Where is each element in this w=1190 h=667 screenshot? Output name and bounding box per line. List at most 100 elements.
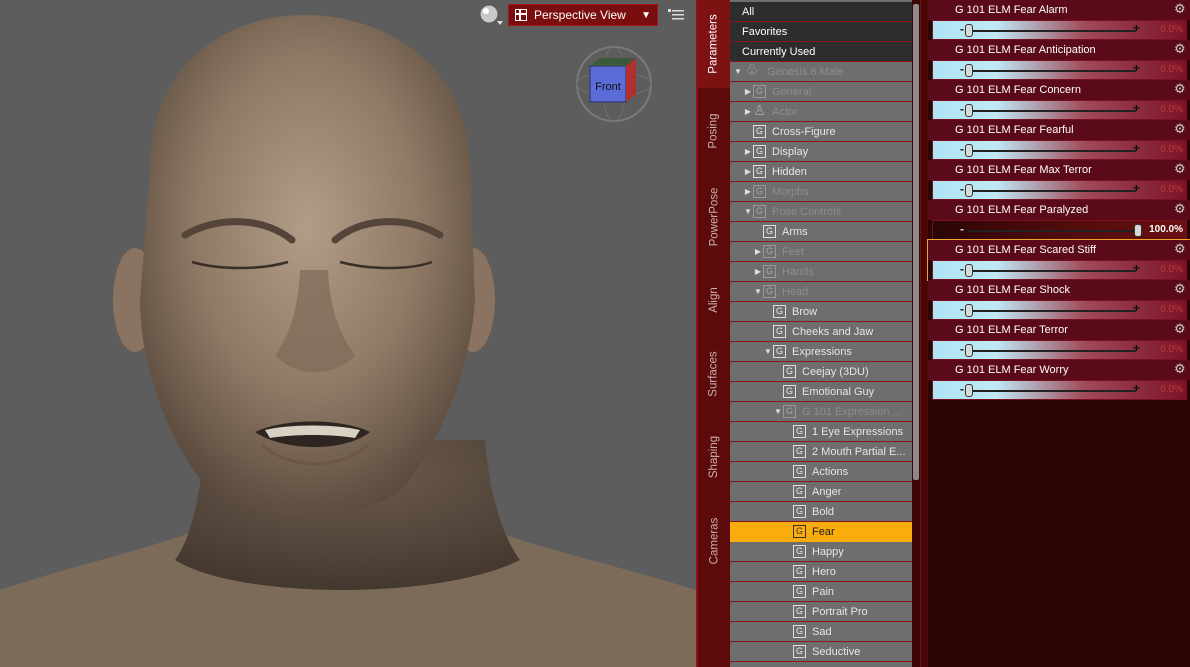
tree-item[interactable]: G Portrait Pro [730, 602, 912, 622]
tree-item[interactable]: G Cross-Figure [730, 122, 912, 142]
tree-item[interactable]: ▼ ♧ Genesis 8 Male [730, 62, 912, 82]
tree-item[interactable]: G Hero [730, 562, 912, 582]
slider-handle[interactable] [965, 384, 973, 397]
viewport-menu-icon[interactable] [668, 8, 684, 22]
tree-item[interactable]: G Brow [730, 302, 912, 322]
increment-button[interactable]: + [1133, 301, 1140, 315]
increment-button[interactable]: + [1133, 141, 1140, 155]
tab-surfaces[interactable]: Surfaces [698, 335, 730, 413]
tree-item[interactable]: G Cheeks and Jaw [730, 322, 912, 342]
tree-item[interactable]: G 2 Mouth Partial E... [730, 442, 912, 462]
slider-track[interactable] [969, 390, 1136, 392]
gear-icon[interactable]: ⚙ [1174, 122, 1186, 135]
decrement-button[interactable]: - [960, 62, 964, 76]
decrement-button[interactable]: - [960, 222, 964, 236]
parameter-value[interactable]: 0.0% [1160, 104, 1183, 115]
view-selector-dropdown[interactable]: Perspective View ▼ [508, 4, 658, 26]
tree-item[interactable]: ▶ G Hidden [730, 162, 912, 182]
parameter-slider[interactable]: - +0.0% [932, 300, 1187, 320]
tree-item[interactable]: G Actions [730, 462, 912, 482]
tab-cameras[interactable]: Cameras [698, 502, 730, 580]
tree-item[interactable]: G Seductive [730, 642, 912, 662]
slider-track[interactable] [969, 190, 1136, 192]
slider-track[interactable] [969, 310, 1136, 312]
tree-item[interactable]: G Sad [730, 622, 912, 642]
slider-handle[interactable] [965, 184, 973, 197]
parameter-value[interactable]: 0.0% [1160, 184, 1183, 195]
expanded-arrow-icon[interactable]: ▼ [763, 347, 773, 356]
slider-handle[interactable] [1134, 224, 1142, 237]
tree-item[interactable]: ▶ G Display [730, 142, 912, 162]
slider-track[interactable] [969, 150, 1136, 152]
parameter-slider[interactable]: - +0.0% [932, 260, 1187, 280]
decrement-button[interactable]: - [960, 382, 964, 396]
tree-item[interactable]: G Ceejay (3DU) [730, 362, 912, 382]
decrement-button[interactable]: - [960, 342, 964, 356]
tree-item[interactable]: G 1 Eye Expressions [730, 422, 912, 442]
increment-button[interactable]: + [1133, 61, 1140, 75]
tree-item[interactable]: ▶ G Morphs [730, 182, 912, 202]
slider-handle[interactable] [965, 104, 973, 117]
increment-button[interactable]: + [1133, 261, 1140, 275]
increment-button[interactable]: + [1133, 21, 1140, 35]
gear-icon[interactable]: ⚙ [1174, 2, 1186, 15]
collapsed-arrow-icon[interactable]: ▶ [743, 187, 753, 196]
decrement-button[interactable]: - [960, 102, 964, 116]
increment-button[interactable]: + [1133, 181, 1140, 195]
slider-track[interactable] [969, 350, 1136, 352]
expanded-arrow-icon[interactable]: ▼ [733, 67, 743, 76]
tab-powerpose[interactable]: PowerPose [698, 175, 730, 259]
gear-icon[interactable]: ⚙ [1174, 322, 1186, 335]
pane-splitter[interactable] [920, 0, 928, 667]
collapsed-arrow-icon[interactable]: ▶ [753, 267, 763, 276]
gear-icon[interactable]: ⚙ [1174, 202, 1186, 215]
tree-item[interactable]: G Anger [730, 482, 912, 502]
expanded-arrow-icon[interactable]: ▼ [773, 407, 783, 416]
decrement-button[interactable]: - [960, 22, 964, 36]
slider-handle[interactable] [965, 264, 973, 277]
tree-item[interactable]: ▼ G Head [730, 282, 912, 302]
parameter-slider[interactable]: - +0.0% [932, 20, 1187, 40]
tab-posing[interactable]: Posing [698, 92, 730, 170]
slider-track[interactable] [969, 70, 1136, 72]
collapsed-arrow-icon[interactable]: ▶ [743, 147, 753, 156]
tree-item-all[interactable]: All [730, 2, 912, 22]
slider-track[interactable] [969, 110, 1136, 112]
parameter-value[interactable]: 0.0% [1160, 384, 1183, 395]
tree-item[interactable]: G Fear [730, 522, 912, 542]
tree-item[interactable]: G Bold [730, 502, 912, 522]
gear-icon[interactable]: ⚙ [1174, 242, 1186, 255]
decrement-button[interactable]: - [960, 262, 964, 276]
tree-item-favorites[interactable]: Favorites [730, 22, 912, 42]
slider-track[interactable] [969, 230, 1136, 232]
parameter-value[interactable]: 0.0% [1160, 24, 1183, 35]
tree-item[interactable]: G Emotional Guy [730, 382, 912, 402]
parameter-slider[interactable]: - +0.0% [932, 140, 1187, 160]
tree-item[interactable]: ▼ G G 101 Expression ... [730, 402, 912, 422]
increment-button[interactable]: + [1133, 341, 1140, 355]
gear-icon[interactable]: ⚙ [1174, 362, 1186, 375]
gear-icon[interactable]: ⚙ [1174, 162, 1186, 175]
collapsed-arrow-icon[interactable]: ▶ [743, 107, 753, 116]
parameter-value[interactable]: 0.0% [1160, 344, 1183, 355]
expanded-arrow-icon[interactable]: ▼ [743, 207, 753, 216]
decrement-button[interactable]: - [960, 302, 964, 316]
parameter-value[interactable]: 0.0% [1160, 264, 1183, 275]
slider-track[interactable] [969, 30, 1136, 32]
parameter-slider[interactable]: - +0.0% [932, 100, 1187, 120]
tree-item-currently-used[interactable]: Currently Used [730, 42, 912, 62]
tree-item[interactable]: ▶ G Hands [730, 262, 912, 282]
collapsed-arrow-icon[interactable]: ▶ [743, 167, 753, 176]
parameter-value[interactable]: 0.0% [1160, 64, 1183, 75]
viewport-3d[interactable]: Front Perspective View ▼ [0, 0, 696, 667]
decrement-button[interactable]: - [960, 142, 964, 156]
gear-icon[interactable]: ⚙ [1174, 282, 1186, 295]
slider-handle[interactable] [965, 64, 973, 77]
expanded-arrow-icon[interactable]: ▼ [753, 287, 763, 296]
tree-item[interactable]: G Happy [730, 542, 912, 562]
view-cube-icon[interactable]: Front [574, 44, 654, 124]
decrement-button[interactable]: - [960, 182, 964, 196]
draw-style-sphere-icon[interactable] [478, 3, 504, 27]
parameter-value[interactable]: 0.0% [1160, 304, 1183, 315]
tree-item[interactable]: ▼ G Expressions [730, 342, 912, 362]
